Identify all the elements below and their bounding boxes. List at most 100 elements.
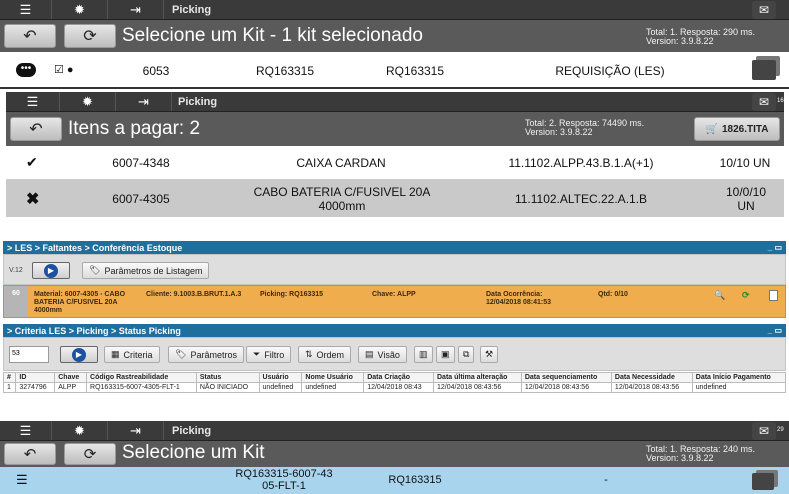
item-row[interactable]: ✔ 6007-4348 CAIXA CARDAN 11.1102.ALPP.43… [6,146,784,180]
cart-label: 1826.TITA [721,123,769,135]
status-table: # ID Chave Código Rastreabilidade Status Usuá… [3,372,786,400]
item-code: 6007-4305 [112,192,170,206]
app-title: Picking [172,424,212,437]
column-header[interactable]: Data Necessidade [610,372,693,383]
column-header[interactable]: # [3,372,17,383]
column-header[interactable]: Chave [54,372,88,383]
refresh-button[interactable]: ⟳ [64,443,116,465]
page-title: Selecione um Kit - 1 kit selecionado [122,25,423,46]
table-cell: NÃO INICIADO [195,382,260,393]
code-button[interactable]: ⧉ [458,346,475,363]
code-icon: ⧉ [463,349,470,359]
cart-button[interactable]: 🛒 1826.TITA [694,117,780,141]
list-icon[interactable]: ☰ [16,472,28,488]
tools-button[interactable]: ⚒ [480,346,499,363]
refresh-icon[interactable]: ⟳ [742,290,750,301]
column-header[interactable]: Nome Usuário [301,372,365,383]
column-header[interactable]: Data Criação [363,372,434,383]
item-desc-line2: 4000mm [318,199,366,213]
kit-row[interactable]: ••• ☑ ● 6053 RQ163315 RQ163315 REQUISIÇÃ… [0,52,789,89]
parameters-button[interactable]: 🏷 Parâmetros [168,346,244,363]
page-size-stepper[interactable]: 53 [9,346,49,363]
boxes-icon[interactable] [752,473,774,490]
run-button[interactable]: ▶ [32,262,70,279]
panel2-topbar: ☰ ✹ ⇥ Picking ✉ 16 [6,92,784,112]
item-desc: CAIXA CARDAN [296,156,386,170]
back-button[interactable]: ↶ [4,24,56,48]
breadcrumb-text: > LES > Faltantes > Conferência Estoque [7,242,183,253]
params-button-label: Parâmetros de Listagem [104,265,203,276]
view-label: Visão [377,349,400,360]
document-icon[interactable] [769,290,778,301]
item-desc-line1: CABO BATERIA C/FUSIVEL 20A [253,185,431,199]
refresh-button[interactable]: ⟳ [64,24,116,48]
item-location: 11.1102.ALTEC.22.A.1.B [514,192,648,206]
page-title: Selecione um Kit [122,442,265,463]
logout-button[interactable]: ⇥ [108,0,164,19]
mail-icon[interactable]: ✉ [752,93,776,111]
window-controls[interactable]: _ ▭ [768,326,782,335]
settings-button[interactable]: ✹ [52,421,108,440]
alert-picking: Picking: RQ163315 [260,291,324,298]
table-row[interactable]: 1 3274796 ALPP RQ163315-6007-4305-FLT-1 NÃO … [3,382,786,393]
item-row[interactable]: ✖ 6007-4305 CABO BATERIA C/FUSIVEL 20A 4… [6,180,784,217]
kit-row[interactable]: ☰ RQ163315-6007-43 05-FLT-1 RQ163315 - [0,467,789,494]
table-cell: 3274796 [15,382,56,393]
export-icon: ▥ [419,349,428,359]
alert-date-label: Data Ocorrência: [486,291,543,298]
column-header[interactable]: Status [195,372,260,383]
panel4-topbar: ☰ ✹ ⇥ Picking ✉ 29 [0,421,789,441]
menu-button[interactable]: ☰ [6,92,60,111]
save-button[interactable]: ▣ [436,346,455,363]
item-qty-line1: 10/0/10 [725,185,767,199]
table-cell: 12/04/2018 08:43:56 [610,382,693,393]
alert-client: Cliente: 9.1003.B.BRUT.1.A.3 [146,291,242,298]
table-cell: undefined [301,382,365,393]
alert-row[interactable]: 60 Material: 6007-4305 - CABO BATERIA C/… [3,285,786,318]
more-icon[interactable]: ••• [16,63,36,77]
search-icon[interactable]: 🔍 [714,290,725,301]
cart-icon: 🛒 [705,123,718,135]
view-button[interactable]: ▤ Visão [358,346,407,363]
order-button[interactable]: ⇅ Ordem [298,346,352,363]
app-title: Picking [172,3,212,16]
back-button[interactable]: ↶ [10,117,62,141]
sort-icon: ⇅ [305,349,313,359]
panel4-header: ↶ ⟳ Selecione um Kit Total: 1. Resposta:… [0,441,789,467]
item-location: 11.1102.ALPP.43.B.1.A(+1) [508,156,654,170]
mail-icon[interactable]: ✉ [752,1,776,19]
boxes-icon[interactable] [752,60,776,80]
back-button[interactable]: ↶ [4,443,56,465]
params-button[interactable]: 🏷 Parâmetros de Listagem [82,262,210,279]
filter-label: Filtro [264,349,285,360]
meta-version: Version: 3.9.8.22 [646,453,714,463]
filter-button[interactable]: ⏷ Filtro [246,346,292,363]
logout-button[interactable]: ⇥ [108,421,164,440]
menu-button[interactable]: ☰ [0,0,52,19]
settings-button[interactable]: ✹ [52,0,108,19]
settings-button[interactable]: ✹ [60,92,116,111]
version-label: V.12 [9,267,23,274]
table-cell: 12/04/2018 08:43:56 [433,382,522,393]
table-body: 1 3274796 ALPP RQ163315-6007-4305-FLT-1 NÃO … [3,382,786,393]
kit-cell-id: 6053 [142,64,170,78]
run-button[interactable]: ▶ [60,346,98,363]
column-header[interactable]: Data sequenciamento [520,372,612,383]
logout-button[interactable]: ⇥ [116,92,172,111]
column-header[interactable]: Código Rastreabilidade [86,372,197,383]
menu-button[interactable]: ☰ [0,421,52,440]
status-grid: # ID Chave Código Rastreabilidade Status Usuá… [3,372,786,393]
column-header[interactable]: Usuário [258,372,303,383]
column-header[interactable]: Data última alteração [433,372,522,383]
column-header[interactable]: Data Início Pagamento [691,372,786,383]
filter-icon: ⏷ [253,349,261,359]
breadcrumb-status-text: > Criteria LES > Picking > Status Pickin… [7,325,181,336]
kit-code-line2: 05-FLT-1 [262,480,306,492]
export-button[interactable]: ▥ [414,346,433,363]
mail-icon[interactable]: ✉ [752,422,776,440]
window-controls[interactable]: _ ▭ [768,243,782,252]
column-header[interactable]: ID [15,372,56,383]
tag-icon: 🏷 [175,349,187,359]
kit-cell-code: RQ163315 [388,474,442,486]
criteria-button[interactable]: ▦ Criteria [104,346,160,363]
